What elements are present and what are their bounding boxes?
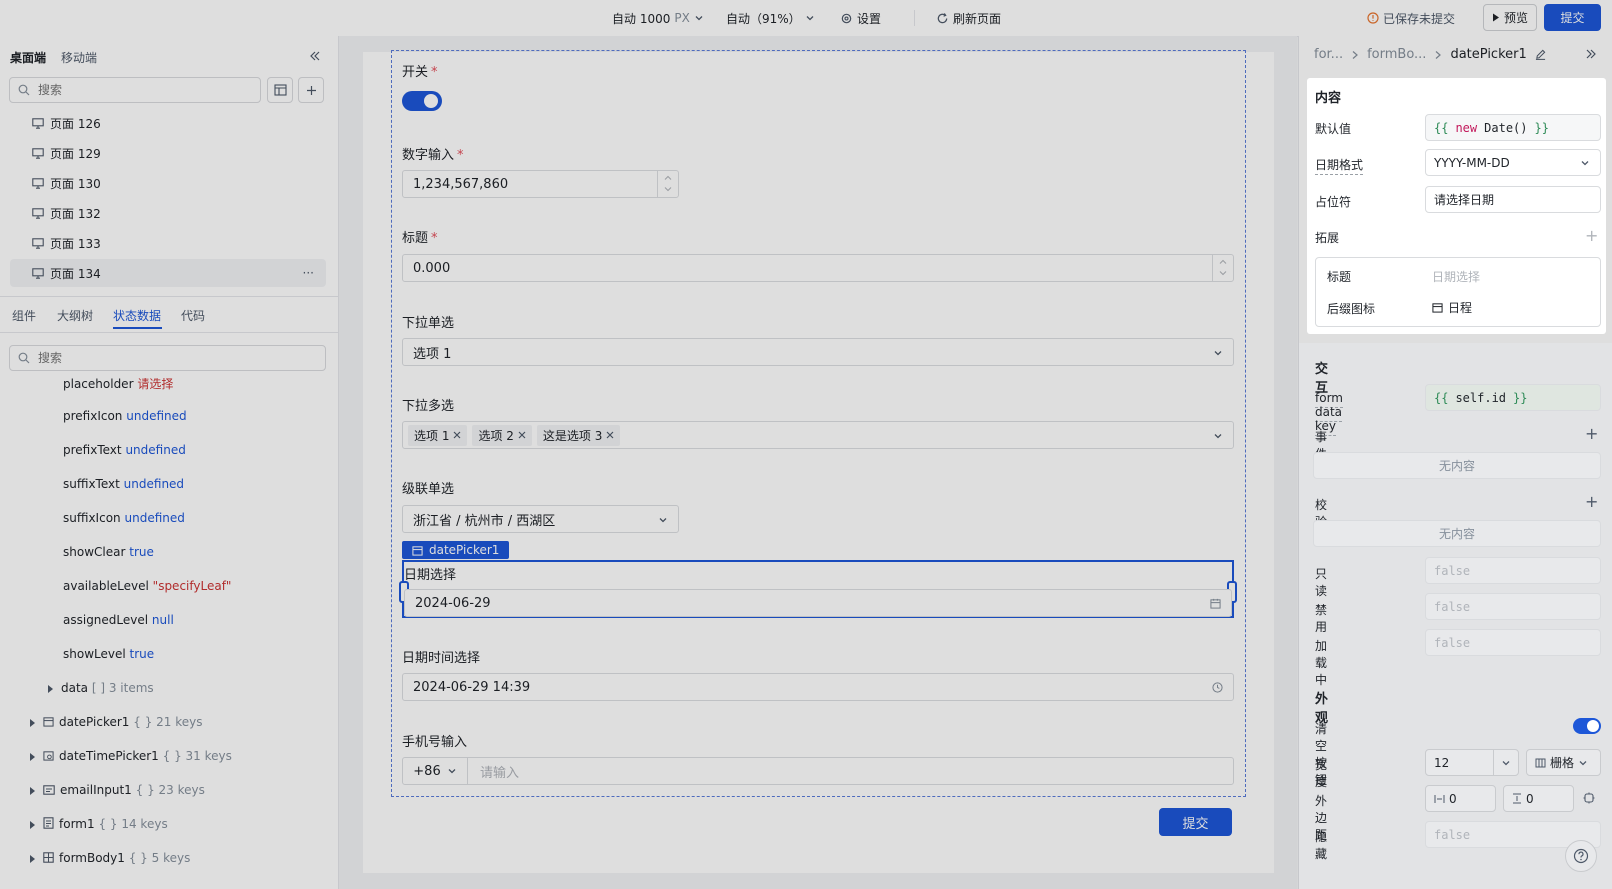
dimmed-panel-content: 交互 form data key {{ self.id }} 事件 + 无内容 … <box>1299 343 1612 889</box>
width-unit-select[interactable]: 栅格 <box>1526 749 1601 776</box>
loading-field[interactable]: false <box>1425 629 1601 656</box>
clear-button-toggle[interactable] <box>1573 718 1601 734</box>
width-value: 12 <box>1434 755 1450 770</box>
chevron-down-icon <box>1502 760 1510 765</box>
help-button[interactable] <box>1565 840 1597 872</box>
events-empty: 无内容 <box>1313 452 1601 479</box>
code-expression: self.id <box>1455 390 1507 405</box>
form-data-key-label: form data key <box>1315 391 1343 436</box>
toggle-knob <box>1587 720 1599 732</box>
margin-vertical-value: 0 <box>1526 791 1534 806</box>
disabled-field[interactable]: false <box>1425 593 1601 620</box>
code-brace: {{ <box>1434 390 1449 405</box>
add-event-button[interactable]: + <box>1585 426 1598 442</box>
chevron-down-icon <box>1579 760 1587 765</box>
loading-label: 加载中 <box>1315 639 1328 687</box>
width-select[interactable]: 12 <box>1425 749 1519 776</box>
grid-columns-icon <box>1535 758 1546 767</box>
disabled-label: 禁用 <box>1315 603 1328 634</box>
code-brace: }} <box>1513 390 1528 405</box>
readonly-label: 只读 <box>1315 567 1328 598</box>
help-icon <box>1573 848 1589 864</box>
width-label: 宽度 <box>1315 758 1328 789</box>
horizontal-spacing-icon <box>1434 794 1445 803</box>
width-dropdown-toggle[interactable] <box>1493 750 1518 775</box>
margin-horizontal-value: 0 <box>1449 791 1457 806</box>
add-validation-button[interactable]: + <box>1585 494 1598 510</box>
width-unit-value: 栅格 <box>1550 756 1575 770</box>
margin-vertical-input[interactable]: 0 <box>1503 785 1574 812</box>
validate-empty: 无内容 <box>1313 520 1601 547</box>
readonly-field[interactable]: false <box>1425 557 1601 584</box>
margin-horizontal-input[interactable]: 0 <box>1425 785 1496 812</box>
margin-link-icon[interactable] <box>1583 792 1595 804</box>
vertical-spacing-icon <box>1513 793 1521 804</box>
hidden-label: 隐藏 <box>1315 830 1328 861</box>
form-data-key-field[interactable]: {{ self.id }} <box>1425 384 1601 411</box>
